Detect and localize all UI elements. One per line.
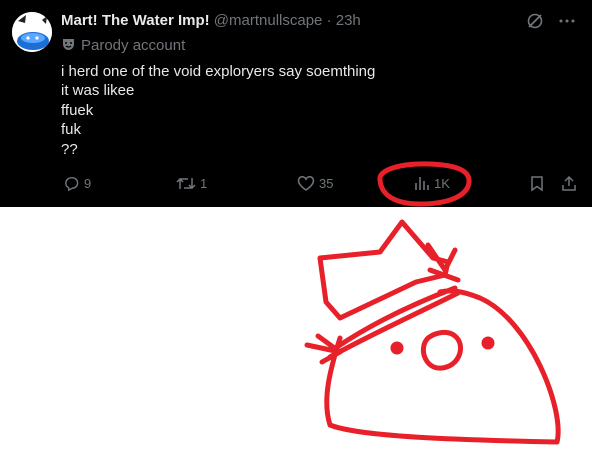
bookmark-icon xyxy=(531,176,543,192)
action-bar: 9 1 35 1K xyxy=(0,170,592,198)
repost-count: 1 xyxy=(200,176,208,191)
parody-badge: Parody account xyxy=(61,37,185,54)
avatar[interactable] xyxy=(12,12,52,52)
tweet-line: ?? xyxy=(61,140,78,158)
blob-body xyxy=(324,288,561,445)
share-icon xyxy=(562,175,576,191)
grok-icon[interactable] xyxy=(526,12,544,30)
tweet-text: i herd one of the void explorуers say so… xyxy=(61,62,375,159)
like-count: 35 xyxy=(319,176,334,191)
repost-icon xyxy=(176,177,196,190)
hat-bow xyxy=(425,242,461,283)
share-button[interactable] xyxy=(561,175,577,192)
reply-count: 9 xyxy=(84,176,92,191)
right-eye xyxy=(481,336,495,350)
avatar-image xyxy=(12,12,52,52)
reply-button[interactable]: 9 xyxy=(63,175,91,192)
bookmark-button[interactable] xyxy=(530,175,544,192)
tweet-card[interactable]: Mart! The Water Imp! @martnullscape · 23… xyxy=(0,0,592,207)
tweet-line: fuk xyxy=(61,121,82,139)
arrow xyxy=(304,333,343,365)
tweet-line: ffuek xyxy=(61,101,94,119)
mouth xyxy=(421,329,463,371)
hat-band-2 xyxy=(327,290,461,360)
like-icon xyxy=(297,176,315,191)
hat-band xyxy=(334,285,458,350)
left-eye xyxy=(390,341,404,355)
like-button[interactable]: 35 xyxy=(297,175,333,192)
top-icons xyxy=(526,12,576,30)
tweet-line: it was likee xyxy=(61,82,135,100)
theater-mask-icon xyxy=(63,39,74,50)
more-icon[interactable] xyxy=(558,12,576,30)
parody-label: Parody account xyxy=(81,37,186,54)
timestamp[interactable]: 23h xyxy=(336,12,361,29)
views-button[interactable]: 1K xyxy=(414,175,450,191)
view-count: 1K xyxy=(434,175,450,191)
handle[interactable]: @martnullscape xyxy=(214,12,323,29)
separator: · xyxy=(326,12,332,29)
reply-icon xyxy=(65,177,79,192)
tweet-header: Mart! The Water Imp! @martnullscape · 23… xyxy=(61,12,361,29)
views-icon xyxy=(415,177,429,190)
hat-outline xyxy=(317,219,451,321)
repost-button[interactable]: 1 xyxy=(176,175,207,192)
tweet-line: i herd one of the void explorуers say so… xyxy=(61,63,376,80)
display-name[interactable]: Mart! The Water Imp! xyxy=(61,12,210,29)
